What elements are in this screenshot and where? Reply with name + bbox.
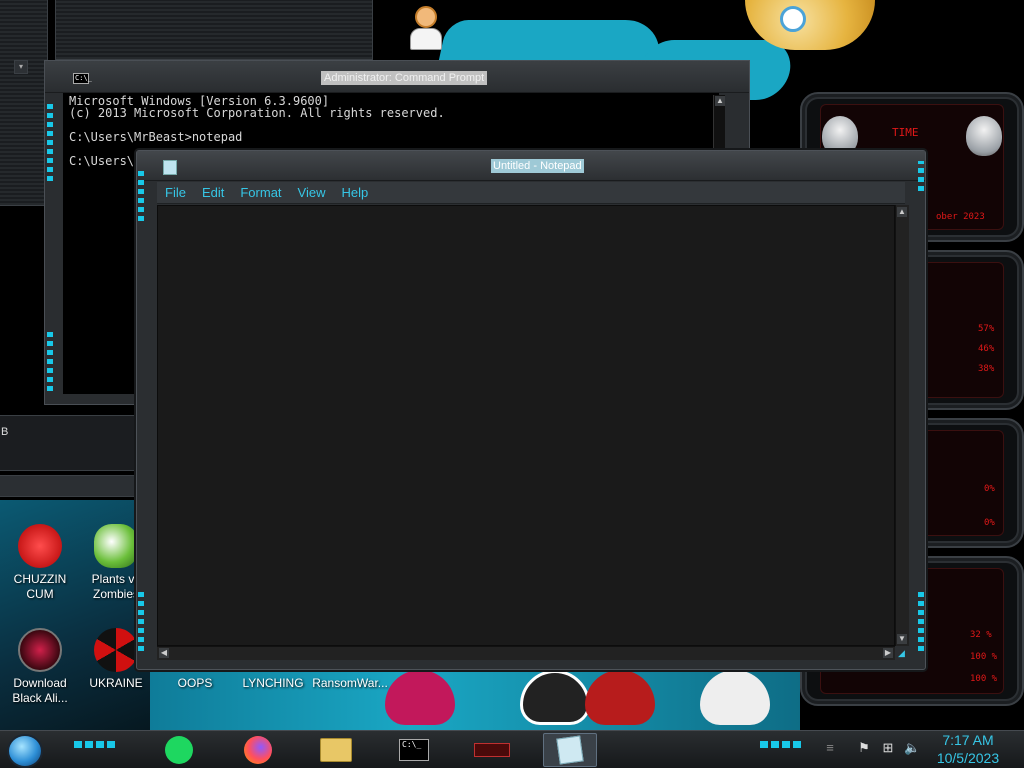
- taskbar-notepad[interactable]: [543, 733, 597, 767]
- gadget-value: 57%: [978, 324, 995, 334]
- gadget-value: 100 %: [970, 674, 998, 684]
- gadget-value: 100 %: [970, 652, 998, 662]
- scroll-right-icon[interactable]: ▶: [883, 648, 893, 658]
- menu-edit[interactable]: Edit: [194, 182, 232, 200]
- window-accent-lights: [47, 101, 53, 181]
- scroll-up-icon[interactable]: ▲: [715, 96, 725, 106]
- notepad-horizontal-scrollbar[interactable]: ◀ ▶: [157, 646, 895, 660]
- gadget-value: 38%: [978, 364, 995, 374]
- cmd-title-bar[interactable]: C:\_ Administrator: Command Prompt: [45, 61, 749, 93]
- start-button[interactable]: [7, 734, 43, 768]
- notepad-window[interactable]: Untitled - Notepad File Edit Format View Hel…: [136, 150, 926, 670]
- icon-label: UKRAINE: [89, 676, 143, 690]
- volume-icon[interactable]: 🔈: [904, 740, 920, 756]
- doctor-avatar-icon: [410, 6, 442, 52]
- scroll-button[interactable]: ▾: [14, 60, 28, 74]
- notepad-title-bar[interactable]: Untitled - Notepad: [137, 151, 925, 181]
- notepad-icon: [556, 735, 584, 765]
- gadget-date: ober 2023: [936, 212, 985, 222]
- icon-label: OOPS: [177, 676, 213, 690]
- firefox-icon: [244, 736, 272, 764]
- window-letter: B: [1, 426, 9, 438]
- icon-label: CHUZZIN: [13, 572, 67, 586]
- menu-format[interactable]: Format: [232, 182, 289, 200]
- command-prompt-icon: C:\_: [399, 739, 429, 761]
- taskbar-spotify[interactable]: [152, 733, 206, 767]
- action-center-flag-icon[interactable]: ⚑: [856, 740, 872, 756]
- notepad-menu-bar: File Edit Format View Help: [157, 182, 905, 204]
- scroll-left-icon[interactable]: ◀: [159, 648, 169, 658]
- taskbar-file-explorer[interactable]: [309, 733, 363, 767]
- window-accent-lights: [138, 591, 144, 651]
- notepad-text-area[interactable]: [157, 205, 895, 646]
- console-line: (c) 2013 Microsoft Corporation. All righ…: [69, 106, 445, 120]
- desktop-icon-chuzzin[interactable]: CHUZZIN CUM: [0, 524, 80, 602]
- gadget-value: 32 %: [970, 630, 992, 640]
- window-accent-lights: [138, 171, 144, 221]
- taskbar-command-prompt[interactable]: C:\_: [387, 733, 441, 767]
- background-window[interactable]: [0, 475, 143, 497]
- gadget-time-label: TIME: [892, 126, 919, 139]
- notepad-icon: [163, 160, 177, 175]
- scroll-down-icon[interactable]: ▼: [897, 634, 907, 644]
- window-accent-lights: [47, 331, 53, 391]
- desktop-icon-download-black-alien[interactable]: Download Black Ali...: [0, 628, 80, 706]
- clock-date: 10/5/2023: [936, 750, 1000, 766]
- app-icon: [474, 743, 510, 757]
- icon-label: LYNCHING: [242, 676, 304, 690]
- menu-help[interactable]: Help: [333, 182, 376, 200]
- window-accent-lights: [918, 591, 924, 651]
- cmd-window-title: Administrator: Command Prompt: [321, 71, 488, 85]
- gadget-value: 46%: [978, 344, 995, 354]
- resize-grip-icon[interactable]: ◢: [898, 648, 908, 658]
- taskbar-accent-lights: [760, 741, 802, 748]
- chuzzle-icon: [18, 524, 62, 568]
- chevron-down-icon: ▾: [18, 62, 23, 71]
- plants-vs-zombies-icon: [94, 524, 138, 568]
- taskbar-app[interactable]: [465, 733, 519, 767]
- alien-sphere-icon: [18, 628, 62, 672]
- console-line: C:\Users\MrBeast>notepad: [69, 130, 243, 144]
- window-accent-lights: [918, 161, 924, 191]
- icon-label: RansomWar...: [312, 676, 388, 690]
- network-icon[interactable]: ⊞: [880, 740, 896, 756]
- taskbar-firefox[interactable]: [231, 733, 285, 767]
- gadget-value: 0%: [984, 484, 995, 494]
- taskbar-clock[interactable]: 7:17 AM 10/5/2023: [928, 731, 1008, 767]
- command-prompt-icon: C:\_: [73, 73, 92, 84]
- background-window[interactable]: [0, 0, 48, 206]
- clock-time: 7:17 AM: [942, 732, 994, 748]
- menu-view[interactable]: View: [290, 182, 334, 200]
- taskbar-accent-lights: [74, 741, 116, 748]
- background-window[interactable]: [55, 0, 373, 60]
- show-hidden-icons-icon[interactable]: ≡: [822, 740, 838, 756]
- gadget-value: 0%: [984, 518, 995, 528]
- spotify-icon: [165, 736, 193, 764]
- notepad-window-title: Untitled - Notepad: [491, 159, 584, 173]
- icon-label: Download: [13, 676, 67, 690]
- alien-head-icon: [966, 116, 1002, 156]
- menu-file[interactable]: File: [157, 182, 194, 200]
- taskbar: C:\_ ≡ ⚑ ⊞ 🔈 7:17 AM 10/5/2023: [0, 730, 1024, 768]
- scroll-up-icon[interactable]: ▲: [897, 207, 907, 217]
- icon-label: Black Ali...: [12, 691, 68, 705]
- wallpaper-character-eye: [780, 6, 806, 32]
- radiation-icon: [94, 628, 138, 672]
- icon-label: CUM: [26, 587, 54, 601]
- background-window[interactable]: B: [0, 415, 143, 471]
- notepad-vertical-scrollbar[interactable]: ▲ ▼: [895, 205, 909, 646]
- folder-icon: [320, 738, 352, 762]
